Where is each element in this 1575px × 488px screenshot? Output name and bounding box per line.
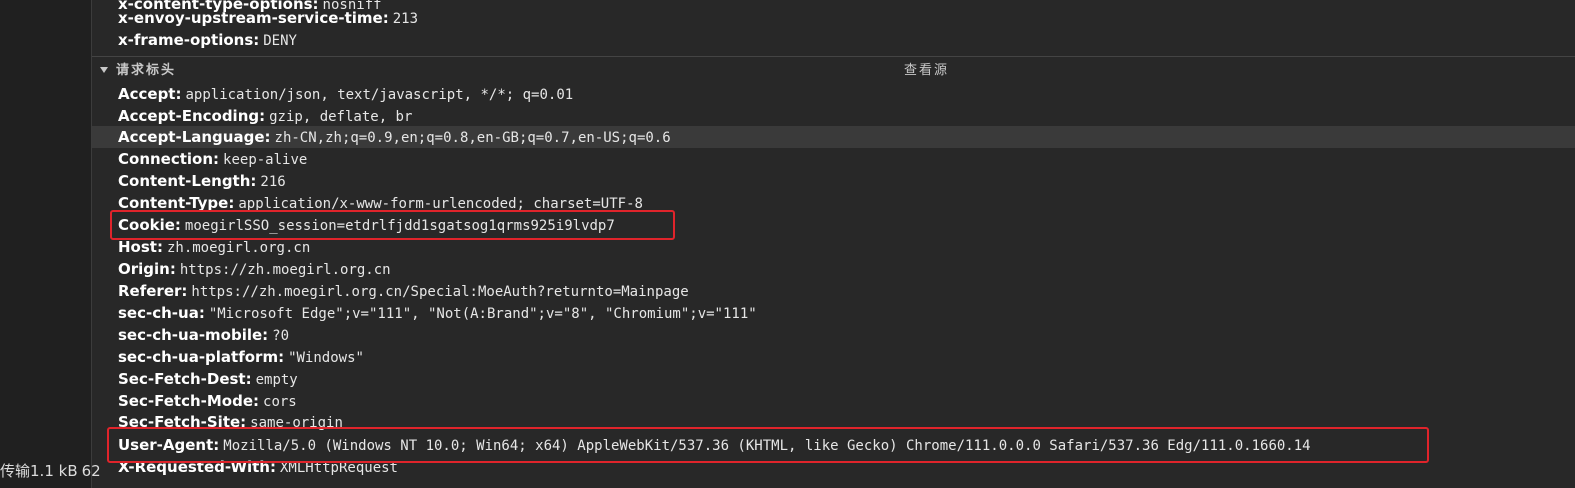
header-key: sec-ch-ua: <box>118 304 205 322</box>
header-key: Accept-Language: <box>118 128 271 146</box>
headers-panel: x-content-type-options: nosniff x-envoy-u… <box>92 0 1575 488</box>
header-value: DENY <box>263 33 297 49</box>
header-row[interactable]: Origin: https://zh.moegirl.org.cn <box>118 258 391 280</box>
header-key: x-envoy-upstream-service-time: <box>118 9 389 27</box>
header-key: Host: <box>118 238 163 256</box>
section-divider <box>92 56 1575 57</box>
header-key: Origin: <box>118 260 176 278</box>
header-value: "Microsoft Edge";v="111", "Not(A:Brand";… <box>208 306 757 322</box>
header-value: keep-alive <box>223 152 308 168</box>
caret-down-icon[interactable] <box>100 67 108 73</box>
header-key: Content-Type: <box>118 194 235 212</box>
header-value: application/x-www-form-urlencoded; chars… <box>238 196 643 212</box>
transfer-status: 传输1.1 kB 62 <box>0 461 101 481</box>
header-value: empty <box>255 372 298 388</box>
network-request-list: 传输1.1 kB 62 <box>0 0 101 488</box>
header-key: Connection: <box>118 150 220 168</box>
header-row[interactable]: Accept-Language: zh-CN,zh;q=0.9,en;q=0.8,… <box>118 126 671 148</box>
header-row[interactable]: sec-ch-ua: "Microsoft Edge";v="111", "Not… <box>118 302 757 324</box>
transfer-size: 1.1 kB <box>30 462 78 480</box>
header-row[interactable]: User-Agent: Mozilla/5.0 (Windows NT 10.0;… <box>118 434 1311 456</box>
header-value: XMLHttpRequest <box>279 460 398 476</box>
header-row[interactable]: Cookie: moegirlSSO_session=etdrlfjdd1sgat… <box>118 214 615 236</box>
header-key: User-Agent: <box>118 436 220 454</box>
header-row[interactable]: sec-ch-ua-platform: "Windows" <box>118 346 364 368</box>
header-key: Accept-Encoding: <box>118 107 266 125</box>
header-key: Accept: <box>118 85 182 103</box>
view-source-button[interactable]: 查看源 <box>904 61 949 81</box>
header-row[interactable]: Sec-Fetch-Dest: empty <box>118 368 298 390</box>
header-value: gzip, deflate, br <box>269 109 413 125</box>
header-key: Sec-Fetch-Site: <box>118 413 247 431</box>
header-value: moegirlSSO_session=etdrlfjdd1sgatsog1qrm… <box>184 218 615 234</box>
header-value: zh.moegirl.org.cn <box>166 240 311 256</box>
header-value: Mozilla/5.0 (Windows NT 10.0; Win64; x64… <box>223 438 1311 454</box>
header-row[interactable]: Accept: application/json, text/javascript… <box>118 83 573 105</box>
header-row[interactable]: X-Requested-With: XMLHttpRequest <box>118 456 398 478</box>
request-headers-section-header[interactable]: 请求标头 查看源 <box>100 61 1570 81</box>
header-value: 216 <box>260 174 286 190</box>
header-key: Sec-Fetch-Mode: <box>118 392 260 410</box>
header-value: https://zh.moegirl.org.cn <box>179 262 391 278</box>
header-key: X-Requested-With: <box>118 458 276 476</box>
header-row[interactable]: Accept-Encoding: gzip, deflate, br <box>118 105 412 127</box>
header-value: ?0 <box>272 328 290 344</box>
header-row[interactable]: Referer: https://zh.moegirl.org.cn/Specia… <box>118 280 689 302</box>
header-key: sec-ch-ua-platform: <box>118 348 285 366</box>
header-value: zh-CN,zh;q=0.9,en;q=0.8,en-GB;q=0.7,en-U… <box>274 130 671 146</box>
header-row[interactable]: sec-ch-ua-mobile: ?0 <box>118 324 289 346</box>
header-key: Referer: <box>118 282 188 300</box>
header-row[interactable]: Host: zh.moegirl.org.cn <box>118 236 310 258</box>
header-row[interactable]: Sec-Fetch-Mode: cors <box>118 390 297 412</box>
header-row[interactable]: Content-Length: 216 <box>118 170 286 192</box>
header-row[interactable]: Sec-Fetch-Site: same-origin <box>118 411 343 433</box>
devtools-headers-pane: 传输1.1 kB 62 x-content-type-options: nosnif… <box>0 0 1575 488</box>
header-value: cors <box>263 394 297 410</box>
header-value: application/json, text/javascript, */*; … <box>185 87 574 103</box>
header-key: Cookie: <box>118 216 181 234</box>
header-value: 213 <box>392 11 419 27</box>
request-headers-title: 请求标头 <box>116 63 177 78</box>
header-value: https://zh.moegirl.org.cn/Special:MoeAut… <box>191 284 689 300</box>
header-row[interactable]: Connection: keep-alive <box>118 148 307 170</box>
transfer-label: 传输 <box>0 462 31 480</box>
header-value: same-origin <box>250 415 343 431</box>
header-row[interactable]: x-frame-options: DENY <box>118 29 297 51</box>
header-row[interactable]: Content-Type: application/x-www-form-urle… <box>118 192 643 214</box>
header-key: sec-ch-ua-mobile: <box>118 326 269 344</box>
header-row[interactable]: x-envoy-upstream-service-time: 213 <box>118 7 418 29</box>
header-value: "Windows" <box>288 350 364 366</box>
header-key: x-frame-options: <box>118 31 260 49</box>
header-key: Sec-Fetch-Dest: <box>118 370 252 388</box>
header-key: Content-Length: <box>118 172 257 190</box>
